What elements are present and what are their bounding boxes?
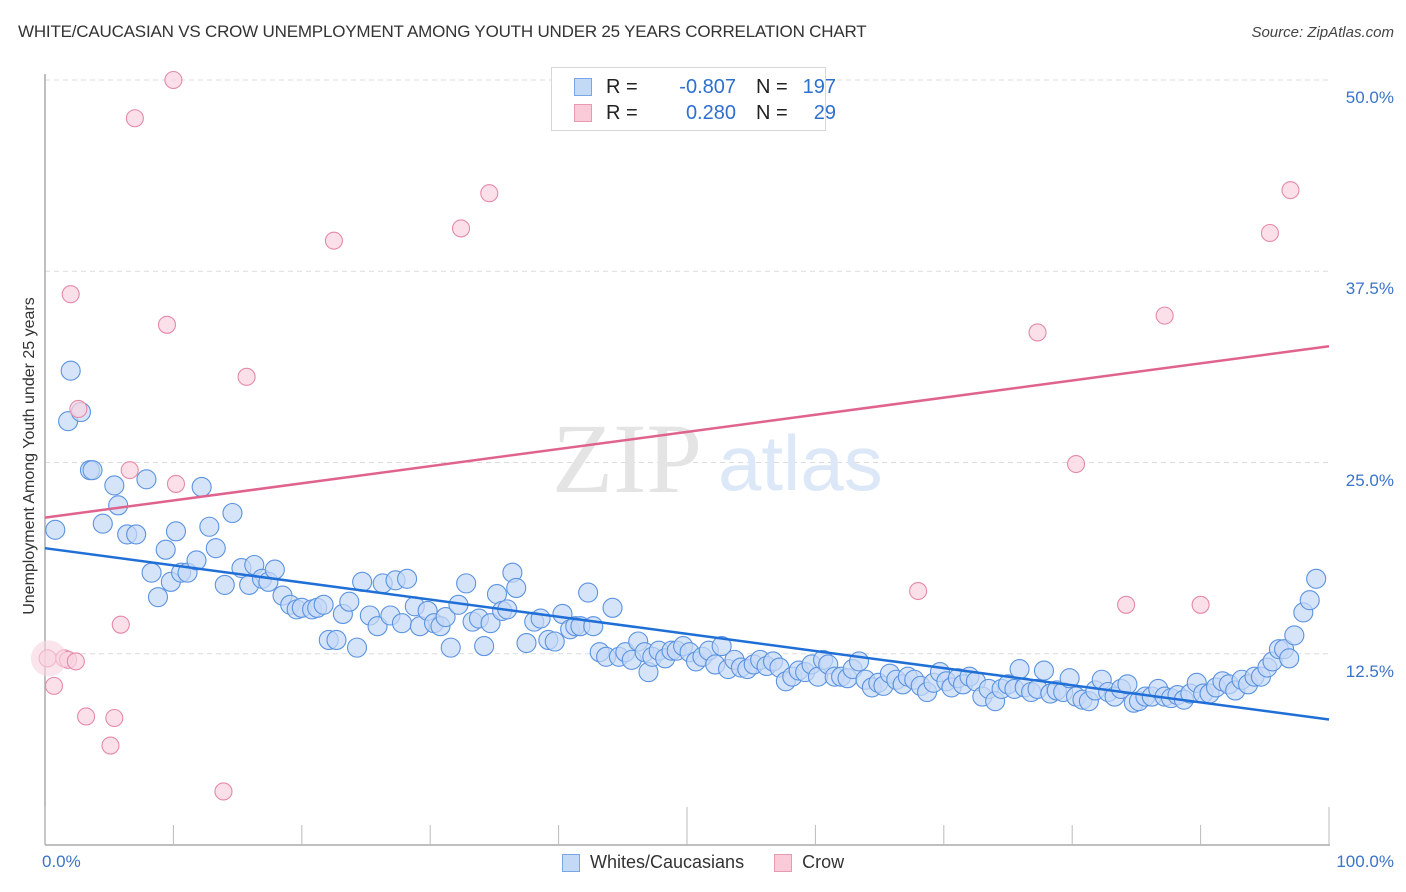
n-label: N = (756, 75, 788, 98)
whites-point (326, 629, 347, 651)
crow-point (111, 615, 130, 634)
legend-row-crow: R = 0.280 N = 29 (574, 101, 836, 125)
x-tick-label-max: 100.0% (1336, 852, 1394, 871)
whites-point (346, 637, 368, 658)
crow-point (1191, 595, 1210, 614)
r-label: R = (606, 75, 638, 98)
r-label: R = (606, 101, 638, 124)
whites-point (92, 513, 113, 534)
crow-point (214, 782, 233, 801)
whites-point (155, 539, 176, 560)
y-tick-label: 37.5% (1345, 279, 1394, 299)
whites-point (108, 495, 129, 516)
watermark-zip: ZIP (552, 403, 702, 514)
crow-point (77, 707, 96, 726)
whites-point (147, 587, 169, 608)
whites-point (60, 360, 81, 381)
crow-point (237, 367, 256, 386)
whites-point (199, 516, 220, 537)
crow-point (166, 474, 186, 493)
whites-point (45, 519, 66, 540)
whites-point (397, 568, 418, 589)
y-tick-label: 50.0% (1345, 88, 1394, 107)
crow-point (66, 652, 85, 671)
legend-label-whites: Whites/Caucasians (590, 852, 745, 872)
legend-label-crow: Crow (802, 852, 845, 872)
whites-point (141, 562, 162, 583)
crow-point (1281, 181, 1300, 200)
whites-point (339, 591, 360, 612)
crow-point (1117, 595, 1136, 614)
crow-point (324, 231, 343, 250)
crow-point (44, 676, 64, 695)
whites-point (82, 460, 103, 481)
crow-point (1028, 323, 1047, 342)
correlation-legend: R = -0.807 N = 197 R = 0.280 N = 29 (551, 67, 836, 131)
r-value: 0.280 (685, 101, 736, 124)
x-tick-label-min: 0.0% (42, 852, 81, 871)
n-value: 29 (813, 101, 836, 124)
whites-point (391, 613, 413, 634)
whites-point (205, 538, 226, 559)
whites-point (506, 577, 527, 599)
n-label: N = (756, 101, 788, 124)
legend-item-crow[interactable]: Crow (774, 852, 844, 873)
whites-point (1009, 658, 1030, 680)
whites-point (578, 582, 599, 603)
whites-point (264, 559, 285, 580)
n-value: 197 (802, 75, 836, 98)
watermark-atlas: atlas (718, 419, 883, 507)
crow-point (909, 581, 928, 601)
crow-point (1067, 454, 1086, 474)
scatter-plot: ZIP atlas (30, 70, 1330, 846)
whites-point (1033, 660, 1055, 681)
crow-swatch-icon (774, 853, 793, 872)
whites-swatch-icon (574, 78, 592, 96)
watermark: ZIP atlas (552, 403, 883, 514)
whites-point (1279, 648, 1300, 669)
crow-point (157, 315, 177, 334)
whites-point (516, 632, 537, 654)
crow-point (120, 461, 139, 480)
crow-point (61, 285, 80, 304)
whites-point (456, 573, 477, 594)
whites-trend-line (44, 546, 1330, 721)
y-tick-label: 12.5% (1345, 661, 1394, 681)
whites-swatch-icon (562, 853, 580, 872)
whites-point (1306, 568, 1327, 589)
crow-point (105, 708, 124, 728)
crow-point (1155, 306, 1174, 325)
crow-point (125, 109, 144, 128)
whites-point (222, 502, 243, 524)
y-axis-label: Unemployment Among Youth under 25 years (21, 297, 38, 615)
crow-point (480, 184, 499, 203)
whites-point (440, 637, 461, 658)
whites-point (544, 631, 565, 652)
crow-swatch-icon (574, 104, 592, 122)
crow-point (164, 70, 183, 90)
y-tick-label: 25.0% (1345, 470, 1394, 490)
whites-point (136, 469, 157, 490)
whites-point (191, 476, 212, 498)
r-value: -0.807 (679, 75, 736, 98)
whites-point (104, 475, 125, 496)
crow-point (30, 640, 67, 677)
whites-point (602, 597, 623, 618)
crow-point (101, 736, 120, 755)
crow-point (69, 399, 88, 419)
whites-point (1299, 590, 1320, 611)
whites-point (214, 574, 235, 595)
legend-item-whites[interactable]: Whites/Caucasians (562, 852, 744, 873)
crow-point (1260, 223, 1279, 243)
whites-point (1284, 625, 1305, 646)
whites-point (313, 594, 334, 615)
crow-point (451, 219, 471, 238)
whites-point (530, 608, 551, 629)
series-legend: Whites/Caucasians Crow (562, 852, 874, 873)
whites-point (165, 521, 187, 542)
whites-point (474, 636, 495, 657)
legend-row-whites: R = -0.807 N = 197 (574, 75, 836, 99)
whites-point (126, 524, 147, 545)
